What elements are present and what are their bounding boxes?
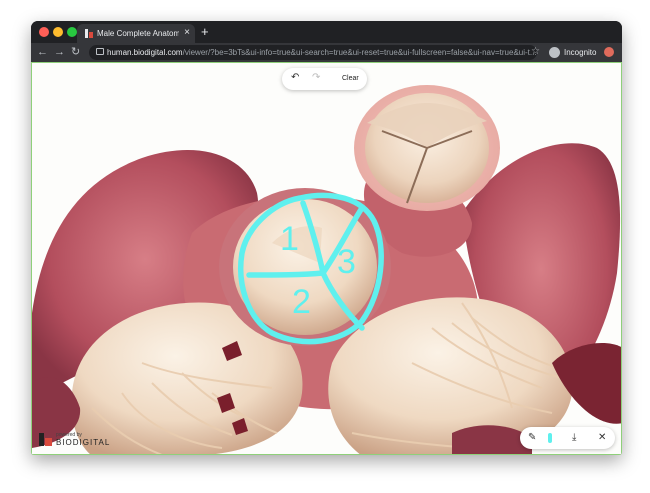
url-path: /viewer/?be=3bTs&ui-info=true&ui-search=…: [182, 48, 537, 57]
drawing-toolbar: ↶ ↷ Clear: [282, 68, 367, 90]
brand-name: BIODIGITAL: [56, 438, 111, 447]
annotation-tools: ✎ ⤓ ✕: [520, 427, 615, 449]
minimize-window-button[interactable]: [53, 27, 63, 37]
bookmark-star-icon[interactable]: ☆: [531, 45, 540, 59]
pen-icon[interactable]: ✎: [528, 431, 536, 445]
anatomy-3d-viewer[interactable]: 1 2 3 ↶ ↷ Clear ✎ ⤓ ✕ powered by BIODIGI…: [31, 62, 622, 455]
incognito-icon: [549, 47, 560, 58]
undo-icon[interactable]: ↶: [291, 71, 299, 85]
close-window-button[interactable]: [39, 27, 49, 37]
address-url: human.biodigital.com/viewer/?be=3bTs&ui-…: [107, 47, 537, 58]
close-icon[interactable]: ✕: [598, 431, 606, 445]
back-arrow-icon[interactable]: ←: [37, 45, 48, 59]
download-icon[interactable]: ⤓: [572, 431, 576, 445]
clear-button[interactable]: Clear: [342, 73, 359, 84]
lock-icon: [96, 48, 104, 55]
browser-window: Male Complete Anatomy | BioD × + ← → ↻ h…: [31, 21, 622, 455]
new-tab-button[interactable]: +: [201, 25, 209, 39]
url-host: human.biodigital.com: [107, 48, 183, 57]
incognito-label: Incognito: [564, 48, 597, 57]
tab-title: Male Complete Anatomy | BioD: [97, 29, 179, 38]
heart-valves-scene[interactable]: 1 2 3: [32, 63, 622, 455]
redo-icon[interactable]: ↷: [312, 71, 320, 85]
reload-icon[interactable]: ↻: [71, 45, 80, 59]
forward-arrow-icon[interactable]: →: [54, 45, 65, 59]
maximize-window-button[interactable]: [67, 27, 77, 37]
biodigital-logo-icon: [39, 433, 52, 446]
address-bar[interactable]: human.biodigital.com/viewer/?be=3bTs&ui-…: [89, 45, 537, 60]
annotation-label-1: 1: [280, 220, 299, 258]
profile-avatar[interactable]: [604, 47, 614, 57]
browser-tab[interactable]: Male Complete Anatomy | BioD ×: [77, 24, 195, 43]
tab-close-icon[interactable]: ×: [184, 27, 190, 39]
annotation-label-3: 3: [337, 243, 356, 281]
annotation-label-2: 2: [292, 283, 311, 321]
browser-toolbar: ← → ↻ human.biodigital.com/viewer/?be=3b…: [31, 43, 622, 62]
title-bar: Male Complete Anatomy | BioD × +: [31, 21, 622, 43]
biodigital-favicon-icon: [85, 29, 93, 38]
color-swatch[interactable]: [548, 433, 552, 443]
